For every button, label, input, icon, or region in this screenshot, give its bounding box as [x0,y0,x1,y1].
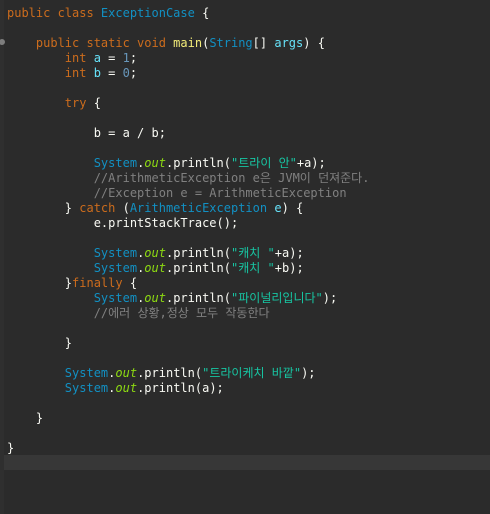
code-token: .println( [137,366,203,380]
code-token: { [194,6,210,20]
code-token: .println(a); [137,381,224,395]
code-token: System [93,261,138,275]
code-line[interactable]: System.out.println("캐치 "+b); [7,261,304,276]
code-line[interactable]: e.printStackTrace(); [7,216,239,231]
code-token: +b); [274,261,304,275]
code-token: .println( [165,261,232,275]
code-line[interactable]: b = a / b; [7,126,166,141]
code-token: ) { [303,36,325,50]
code-token: ArithmeticException [129,201,268,215]
code-line[interactable]: //에러 상황,정상 모두 작동한다 [7,306,270,321]
code-token: try [7,96,87,110]
code-token: System [93,156,138,170]
code-token: args [274,36,304,50]
editor-gutter [0,0,5,514]
code-line[interactable]: System.out.println("파이널리입니다"); [7,291,338,306]
code-line[interactable]: public class ExceptionCase { [7,6,209,21]
code-token: out [115,366,138,380]
code-token: .println( [165,291,232,305]
code-line[interactable]: int a = 1; [7,51,137,66]
code-token: +a); [296,156,326,170]
code-token: } [7,411,44,425]
code-token: int [7,51,94,65]
code-line[interactable]: } [7,411,43,426]
code-editor[interactable]: public class ExceptionCase { public stat… [0,0,490,514]
code-token: "캐치 " [231,261,275,275]
code-token: //에러 상황,정상 모두 작동한다 [7,306,270,320]
code-token: main [173,36,203,50]
code-token: "캐치 " [231,246,275,260]
code-token: } [7,201,80,215]
code-token: out [144,156,166,170]
code-token: b [93,66,101,80]
code-token: ); [322,291,338,305]
code-line[interactable]: try { [7,96,101,111]
code-line[interactable]: System.out.println("트라이케치 바깥"); [7,366,316,381]
code-token: public class [7,6,101,20]
code-token: = [100,51,123,65]
code-token: ( [115,201,130,215]
code-token: "트라이 안" [231,156,297,170]
code-token: [] [252,36,275,50]
code-token: ; [129,51,138,65]
code-token: out [144,246,166,260]
code-line[interactable]: //ArithmeticException e은 JVM이 던져준다. [7,171,370,186]
code-line[interactable]: public static void main(String[] args) { [7,36,325,51]
code-token: +a); [274,246,304,260]
code-token: .println( [165,246,232,260]
code-line[interactable]: } catch (ArithmeticException e) { [7,201,303,216]
code-token: e.printStackTrace(); [7,216,239,230]
code-token: 1 [122,51,130,65]
code-token: ExceptionCase [100,6,195,20]
code-token: finally [72,276,123,290]
code-token: { [86,96,101,110]
code-token: } [7,336,73,350]
code-line[interactable]: System.out.println("트라이 안"+a); [7,156,326,171]
code-token: System [93,291,138,305]
code-line[interactable]: } [7,441,14,456]
code-token: 0 [122,66,130,80]
code-token: System [64,381,109,395]
code-token: //Exception e = ArithmeticException [7,186,347,200]
code-token: out [144,261,166,275]
code-line[interactable]: System.out.println("캐치 "+a); [7,246,304,261]
code-token: } [7,441,15,455]
code-token: b = a / b; [7,126,166,140]
fold-marker-icon[interactable] [0,39,5,45]
code-line[interactable]: //Exception e = ArithmeticException [7,186,347,201]
code-token: System [64,366,109,380]
code-line[interactable]: System.out.println(a); [7,381,224,396]
code-token: a [93,51,101,65]
code-token: { [122,276,138,290]
code-token: ); [301,366,316,380]
current-line-highlight [4,455,490,470]
code-token: public static void [7,36,174,50]
code-token: System [93,246,138,260]
code-line[interactable]: }finally { [7,276,137,291]
code-line[interactable]: int b = 0; [7,66,137,81]
code-token: e [274,201,282,215]
code-token: } [7,276,73,290]
code-token: String [209,36,253,50]
code-token: "트라이케치 바깥" [202,366,302,380]
code-token: out [144,291,166,305]
code-token: = [100,66,123,80]
code-token: catch [79,201,116,215]
code-token: "파이널리입니다" [231,291,323,305]
code-token: int [7,66,94,80]
code-token: ) { [281,201,304,215]
code-line[interactable]: } [7,336,72,351]
code-token: //ArithmeticException e은 JVM이 던져준다. [7,171,370,185]
code-token: out [115,381,138,395]
code-token: ; [129,66,138,80]
code-token: .println( [165,156,232,170]
